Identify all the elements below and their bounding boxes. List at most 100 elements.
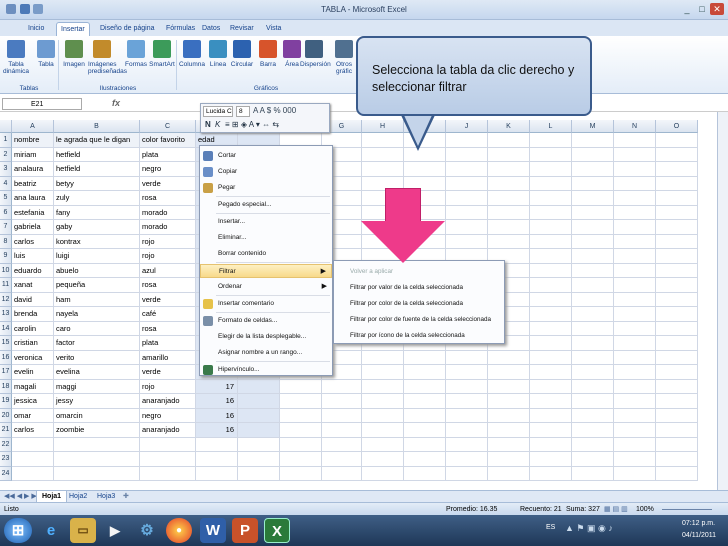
- table-cell[interactable]: [488, 147, 530, 162]
- table-cell[interactable]: [12, 466, 54, 481]
- table-cell[interactable]: carolin: [12, 321, 54, 336]
- table-cell[interactable]: [238, 452, 280, 467]
- table-cell[interactable]: [446, 205, 488, 220]
- table-cell[interactable]: [572, 437, 614, 452]
- table-cell[interactable]: [488, 466, 530, 481]
- table-cell[interactable]: [54, 452, 140, 467]
- table-cell[interactable]: veronica: [12, 350, 54, 365]
- internet-explorer-icon[interactable]: e: [38, 518, 64, 543]
- table-cell[interactable]: [196, 437, 238, 452]
- table-cell[interactable]: [614, 292, 656, 307]
- table-cell[interactable]: [530, 205, 572, 220]
- row-header[interactable]: 22: [0, 437, 12, 452]
- table-cell[interactable]: eduardo: [12, 263, 54, 278]
- italic-icon[interactable]: K: [215, 120, 220, 129]
- font-grow-icon[interactable]: A A $ % 000: [253, 106, 296, 115]
- bold-icon[interactable]: N: [205, 120, 211, 129]
- menu-item-8[interactable]: Ordenar ▶: [200, 280, 332, 294]
- minimize-button[interactable]: _: [680, 3, 694, 15]
- table-cell[interactable]: [322, 394, 362, 409]
- menu-item-11[interactable]: Elegir de la lista desplegable...: [200, 330, 332, 344]
- ribbon-button-4[interactable]: Formas: [122, 40, 150, 68]
- table-cell[interactable]: zoombie: [54, 423, 140, 438]
- table-cell[interactable]: gabriela: [12, 220, 54, 235]
- table-cell[interactable]: [530, 176, 572, 191]
- table-cell[interactable]: [656, 292, 698, 307]
- table-cell[interactable]: verito: [54, 350, 140, 365]
- table-cell[interactable]: [614, 466, 656, 481]
- word-icon[interactable]: W: [200, 518, 226, 543]
- table-cell[interactable]: betyy: [54, 176, 140, 191]
- table-cell[interactable]: [572, 394, 614, 409]
- table-cell[interactable]: xanat: [12, 278, 54, 293]
- table-cell[interactable]: [572, 176, 614, 191]
- table-cell[interactable]: [446, 220, 488, 235]
- table-cell[interactable]: morado: [140, 205, 196, 220]
- table-cell[interactable]: [488, 379, 530, 394]
- table-cell[interactable]: [362, 452, 404, 467]
- submenu-item-3[interactable]: Filtrar por color de fuente de la celda …: [334, 312, 504, 327]
- table-cell[interactable]: [404, 379, 446, 394]
- row-header[interactable]: 16: [0, 350, 12, 365]
- tab-2[interactable]: Diseño de página: [96, 22, 159, 36]
- table-cell[interactable]: [446, 234, 488, 249]
- row-header[interactable]: 23: [0, 452, 12, 467]
- table-cell[interactable]: [322, 379, 362, 394]
- row-header[interactable]: 15: [0, 336, 12, 351]
- table-cell[interactable]: [530, 278, 572, 293]
- row-header[interactable]: 6: [0, 205, 12, 220]
- table-cell[interactable]: [572, 408, 614, 423]
- row-header[interactable]: 18: [0, 379, 12, 394]
- row-header[interactable]: 4: [0, 176, 12, 191]
- menu-item-7[interactable]: Filtrar ▶: [200, 264, 332, 278]
- table-cell[interactable]: [530, 234, 572, 249]
- table-cell[interactable]: [446, 423, 488, 438]
- table-cell[interactable]: [488, 423, 530, 438]
- table-cell[interactable]: [656, 423, 698, 438]
- table-cell[interactable]: [446, 133, 488, 148]
- table-cell[interactable]: [572, 162, 614, 177]
- table-cell[interactable]: [656, 162, 698, 177]
- table-cell[interactable]: [572, 350, 614, 365]
- table-cell[interactable]: [362, 423, 404, 438]
- table-cell[interactable]: rojo: [140, 234, 196, 249]
- table-cell[interactable]: [614, 176, 656, 191]
- table-cell[interactable]: [54, 466, 140, 481]
- table-cell[interactable]: [614, 350, 656, 365]
- table-cell[interactable]: 17: [196, 379, 238, 394]
- menu-item-1[interactable]: Copiar: [200, 165, 332, 179]
- table-cell[interactable]: [656, 408, 698, 423]
- table-cell[interactable]: rosa: [140, 191, 196, 206]
- table-cell[interactable]: evelina: [54, 365, 140, 380]
- table-cell[interactable]: [614, 234, 656, 249]
- row-header[interactable]: 3: [0, 162, 12, 177]
- table-cell[interactable]: [656, 249, 698, 264]
- select-all-corner[interactable]: [0, 120, 12, 133]
- menu-item-10[interactable]: Formato de celdas...: [200, 314, 332, 328]
- table-cell[interactable]: [238, 423, 280, 438]
- table-cell[interactable]: zuly: [54, 191, 140, 206]
- table-cell[interactable]: brenda: [12, 307, 54, 322]
- table-cell[interactable]: [530, 408, 572, 423]
- table-cell[interactable]: ana laura: [12, 191, 54, 206]
- table-cell[interactable]: cristian: [12, 336, 54, 351]
- table-cell[interactable]: [530, 466, 572, 481]
- clock-date[interactable]: 04/11/2011: [682, 532, 716, 539]
- row-header[interactable]: 21: [0, 423, 12, 438]
- table-cell[interactable]: evelin: [12, 365, 54, 380]
- table-cell[interactable]: [614, 336, 656, 351]
- table-cell[interactable]: [572, 278, 614, 293]
- table-cell[interactable]: [238, 437, 280, 452]
- table-cell[interactable]: luigi: [54, 249, 140, 264]
- table-cell[interactable]: [280, 394, 322, 409]
- table-cell[interactable]: [446, 191, 488, 206]
- table-cell[interactable]: [530, 423, 572, 438]
- column-header[interactable]: K: [488, 120, 530, 133]
- menu-item-2[interactable]: Pegar: [200, 181, 332, 195]
- table-cell[interactable]: [614, 220, 656, 235]
- table-cell[interactable]: [446, 437, 488, 452]
- tab-4[interactable]: Datos: [198, 22, 224, 36]
- menu-item-0[interactable]: Cortar: [200, 149, 332, 163]
- table-cell[interactable]: pequeña: [54, 278, 140, 293]
- table-cell[interactable]: factor: [54, 336, 140, 351]
